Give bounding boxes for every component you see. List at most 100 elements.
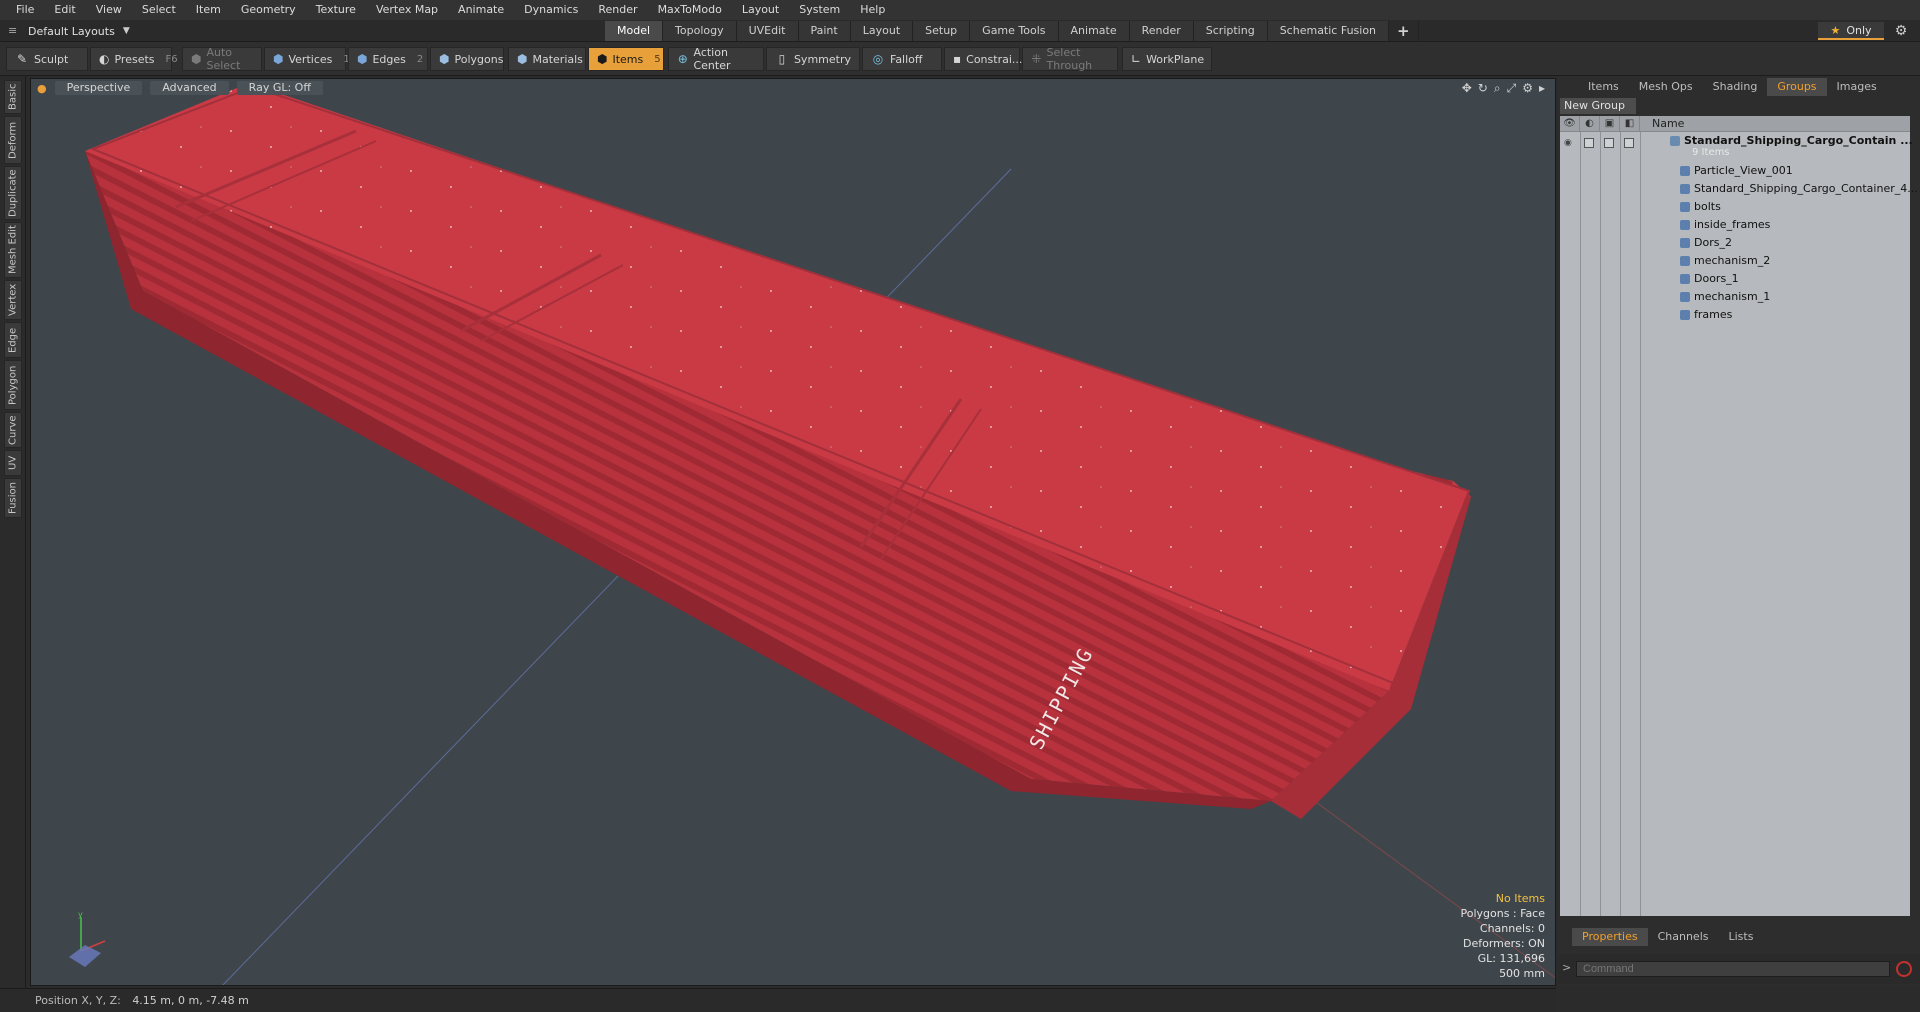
- tree-child-row[interactable]: Particle_View_001: [1560, 162, 1910, 180]
- tab-paint[interactable]: Paint: [798, 21, 851, 41]
- menu-item-dynamics[interactable]: Dynamics: [514, 0, 588, 20]
- items-label: Items: [612, 52, 644, 66]
- menu-item-system[interactable]: System: [789, 0, 850, 20]
- clear-command-icon[interactable]: [1896, 961, 1912, 977]
- fit-icon[interactable]: ⤢: [1507, 81, 1517, 96]
- select-through-button[interactable]: ⁜ Select Through: [1022, 46, 1118, 72]
- menu-item-item[interactable]: Item: [186, 0, 231, 20]
- menu-item-edit[interactable]: Edit: [44, 0, 85, 20]
- tab-game-tools[interactable]: Game Tools: [970, 21, 1059, 41]
- properties-tab-properties[interactable]: Properties: [1572, 928, 1648, 946]
- workplane-button[interactable]: ∟ WorkPlane: [1122, 47, 1212, 71]
- layouts-dropdown[interactable]: ≡ Default Layouts ▼: [8, 22, 130, 40]
- tool-tab-edge[interactable]: Edge: [4, 322, 22, 358]
- 3d-viewport[interactable]: SHIPPING ● Perspective Advanced Ray GL: …: [30, 78, 1556, 986]
- select-toggle[interactable]: [1624, 138, 1634, 148]
- presets-button[interactable]: ◐ Presets F6: [90, 47, 178, 71]
- tool-tab-uv[interactable]: UV: [4, 450, 22, 476]
- tab-uvedit[interactable]: UVEdit: [736, 21, 799, 41]
- materials-button[interactable]: ⬢ Materials: [508, 47, 586, 71]
- menu-item-texture[interactable]: Texture: [306, 0, 366, 20]
- vertices-button[interactable]: ⬢ Vertices 1: [264, 47, 350, 71]
- only-button[interactable]: ★ Only: [1818, 22, 1884, 40]
- tab-schematic-fusion[interactable]: Schematic Fusion: [1267, 21, 1390, 41]
- panel-tab-groups[interactable]: Groups: [1767, 78, 1827, 96]
- menu-item-maxtomodo[interactable]: MaxToModo: [648, 0, 732, 20]
- edges-button[interactable]: ⬢ Edges 2: [348, 47, 428, 71]
- polygons-button[interactable]: ⬢ Polygons: [430, 47, 504, 71]
- tool-tab-duplicate[interactable]: Duplicate: [4, 166, 22, 220]
- rotate-icon[interactable]: ↻: [1478, 81, 1488, 96]
- add-tab-icon[interactable]: +: [1389, 21, 1419, 41]
- auto-select-button[interactable]: ⬢ Auto Select: [182, 46, 262, 72]
- tree-child-row[interactable]: Standard_Shipping_Cargo_Container_4...: [1560, 180, 1918, 198]
- menu-item-help[interactable]: Help: [850, 0, 895, 20]
- tool-tab-polygon[interactable]: Polygon: [4, 360, 22, 410]
- command-input[interactable]: [1576, 961, 1890, 977]
- symmetry-button[interactable]: ▯ Symmetry: [766, 47, 860, 71]
- falloff-button[interactable]: ◎ Falloff: [862, 47, 942, 71]
- gear-icon[interactable]: ⚙: [1892, 22, 1910, 40]
- tree-child-row[interactable]: inside_frames: [1560, 216, 1910, 234]
- menu-item-render[interactable]: Render: [588, 0, 647, 20]
- panel-tab-shading[interactable]: Shading: [1703, 78, 1768, 96]
- tool-tab-mesh-edit[interactable]: Mesh Edit: [4, 222, 22, 278]
- groups-tree[interactable]: 👁 ◐ ▣ ◧ Name ◉ Standard_Shipping_Cargo_Co…: [1560, 115, 1918, 916]
- layout-menu-icon[interactable]: ≡: [8, 25, 20, 37]
- tree-item-label: Standard_Shipping_Cargo_Container_4...: [1694, 182, 1918, 195]
- menu-item-layout[interactable]: Layout: [732, 0, 789, 20]
- render-icon[interactable]: ◐: [1580, 115, 1600, 132]
- tool-tab-fusion[interactable]: Fusion: [4, 478, 22, 518]
- constrain-button[interactable]: ▪ Constrai...: [944, 47, 1022, 71]
- tree-child-row[interactable]: bolts: [1560, 198, 1910, 216]
- tool-tab-basic[interactable]: Basic: [4, 80, 22, 114]
- zoom-icon[interactable]: ⌕: [1494, 81, 1501, 96]
- menu-item-geometry[interactable]: Geometry: [231, 0, 306, 20]
- panel-tab-items[interactable]: Items: [1578, 78, 1629, 96]
- tab-setup[interactable]: Setup: [913, 21, 971, 41]
- tree-child-row[interactable]: Doors_1: [1560, 270, 1910, 288]
- tab-animate[interactable]: Animate: [1058, 21, 1130, 41]
- view-mode-button[interactable]: Perspective: [54, 81, 143, 95]
- pan-icon[interactable]: ✥: [1462, 81, 1472, 96]
- viewport-scene[interactable]: SHIPPING: [31, 79, 1556, 986]
- select-icon[interactable]: ◧: [1620, 115, 1640, 132]
- tree-child-row[interactable]: mechanism_2: [1560, 252, 1910, 270]
- properties-tab-lists[interactable]: Lists: [1719, 928, 1764, 946]
- tool-tab-curve[interactable]: Curve: [4, 412, 22, 448]
- properties-tab-channels[interactable]: Channels: [1648, 928, 1719, 946]
- tree-child-row[interactable]: mechanism_1: [1560, 288, 1910, 306]
- more-icon[interactable]: ▸: [1539, 81, 1545, 96]
- tool-tab-deform[interactable]: Deform: [4, 116, 22, 164]
- tool-tab-vertex[interactable]: Vertex: [4, 280, 22, 320]
- tab-render[interactable]: Render: [1129, 21, 1194, 41]
- tool-category-tabs: Basic Deform Duplicate Mesh Edit Vertex Edge P…: [0, 76, 26, 988]
- lock-icon[interactable]: ▣: [1600, 115, 1620, 132]
- shading-button[interactable]: Advanced: [150, 81, 229, 95]
- sculpt-button[interactable]: ✎ Sculpt: [6, 47, 88, 71]
- tab-topology[interactable]: Topology: [663, 21, 737, 41]
- raygl-button[interactable]: Ray GL: Off: [236, 81, 323, 95]
- settings-icon[interactable]: ⚙: [1522, 81, 1533, 96]
- new-group-button[interactable]: New Group: [1560, 98, 1636, 114]
- action-center-button[interactable]: ⊕ Action Center: [668, 46, 764, 72]
- menu-item-file[interactable]: File: [6, 0, 44, 20]
- render-toggle[interactable]: [1584, 138, 1594, 148]
- lock-toggle[interactable]: [1604, 138, 1614, 148]
- tab-scripting[interactable]: Scripting: [1193, 21, 1268, 41]
- eye-toggle[interactable]: ◉: [1564, 138, 1574, 148]
- chevron-down-icon: ▼: [122, 26, 130, 36]
- tab-model[interactable]: Model: [605, 21, 664, 41]
- menu-item-vertex-map[interactable]: Vertex Map: [366, 0, 448, 20]
- menu-item-select[interactable]: Select: [132, 0, 186, 20]
- panel-tab-images[interactable]: Images: [1827, 78, 1887, 96]
- tree-root-row[interactable]: ◉ Standard_Shipping_Cargo_Contain ... 9 It…: [1560, 132, 1913, 162]
- visibility-icon[interactable]: 👁: [1560, 115, 1580, 132]
- tab-layout[interactable]: Layout: [850, 21, 914, 41]
- tree-child-row[interactable]: Dors_2: [1560, 234, 1910, 252]
- menu-item-animate[interactable]: Animate: [448, 0, 514, 20]
- tree-child-row[interactable]: frames: [1560, 306, 1910, 324]
- items-button[interactable]: ⬢ Items 5: [588, 47, 664, 71]
- panel-tab-mesh-ops[interactable]: Mesh Ops: [1629, 78, 1703, 96]
- menu-item-view[interactable]: View: [86, 0, 132, 20]
